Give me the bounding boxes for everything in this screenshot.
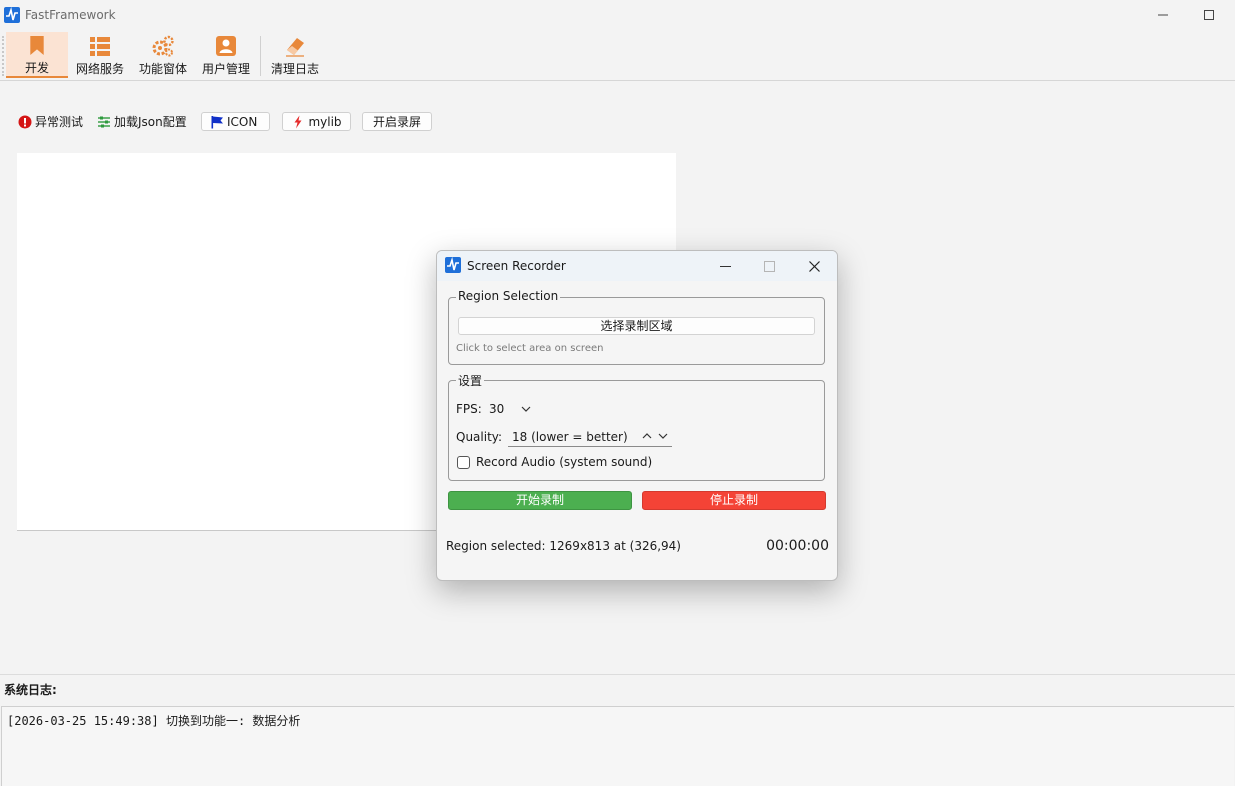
system-log-label: 系统日志: <box>4 683 57 697</box>
dialog-maximize-button[interactable] <box>747 251 791 281</box>
load-json-config-label: 加载Json配置 <box>114 115 187 129</box>
select-region-button[interactable]: 选择录制区域 <box>458 317 815 335</box>
flag-icon <box>211 115 223 128</box>
mylib-label: mylib <box>308 114 342 129</box>
gears-icon <box>152 35 174 57</box>
dialog-title-bar: Screen Recorder <box>437 251 837 281</box>
region-selection-group: Region Selection 选择录制区域 Click to select … <box>448 289 825 365</box>
chevron-up-icon[interactable] <box>642 431 652 441</box>
ribbon-tab-label: 功能窗体 <box>138 62 187 76</box>
maximize-icon <box>763 260 775 272</box>
start-screen-record-button[interactable]: 开启录屏 <box>362 112 432 131</box>
log-separator <box>0 674 1235 675</box>
chevron-down-icon[interactable] <box>658 431 668 441</box>
lightning-icon <box>294 115 302 128</box>
title-bar: FastFramework <box>0 0 1235 30</box>
mylib-button[interactable]: mylib <box>282 112 351 131</box>
log-line: [2026-03-25 15:49:38] 切换到功能一: 数据分析 <box>7 714 301 728</box>
ribbon-tab-label: 清理日志 <box>270 62 319 76</box>
maximize-button[interactable] <box>1186 0 1232 30</box>
system-log-box[interactable]: [2026-03-25 15:49:38] 切换到功能一: 数据分析 <box>1 706 1234 786</box>
exception-test-button[interactable]: 异常测试 <box>18 112 83 131</box>
list-icon <box>90 37 110 56</box>
ribbon-tab-clear-log[interactable]: 清理日志 <box>267 32 323 78</box>
icon-button-label: ICON <box>227 114 258 129</box>
dialog-title: Screen Recorder <box>467 259 566 273</box>
screen-recorder-dialog: Screen Recorder Region Selection 选择录制区域 … <box>436 250 838 581</box>
fps-value: 30 <box>489 402 505 416</box>
quality-value: 18 (lower = better) <box>512 429 628 444</box>
start-screen-record-label: 开启录屏 <box>372 115 421 129</box>
fps-label: FPS: <box>456 402 482 416</box>
maximize-icon <box>1204 10 1214 20</box>
sliders-icon <box>98 116 110 127</box>
region-status-text: Region selected: 1269x813 at (326,94) <box>446 539 681 553</box>
settings-legend: 设置 <box>456 372 485 389</box>
icon-button[interactable]: ICON <box>201 112 270 131</box>
settings-group: 设置 FPS: 30 Quality: 18 (lower = better) … <box>448 372 825 481</box>
close-icon <box>808 260 820 272</box>
ribbon-tab-label: 用户管理 <box>201 62 250 76</box>
dialog-minimize-button[interactable] <box>703 251 747 281</box>
recording-timer: 00:00:00 <box>766 538 829 554</box>
stop-recording-button[interactable]: 停止录制 <box>642 491 826 510</box>
ribbon-separator <box>260 36 261 76</box>
exception-test-label: 异常测试 <box>35 115 84 129</box>
user-card-icon <box>216 36 236 56</box>
ribbon-tab-label: 网络服务 <box>75 62 124 76</box>
ribbon-tab-network-service[interactable]: 网络服务 <box>72 32 128 78</box>
minimize-button[interactable] <box>1140 0 1186 30</box>
minimize-icon <box>719 265 731 267</box>
load-json-config-button[interactable]: 加载Json配置 <box>97 112 187 131</box>
region-hint: Click to select area on screen <box>456 343 604 354</box>
app-logo-icon <box>4 7 20 23</box>
minimize-icon <box>1158 14 1168 16</box>
ribbon-tab-user-management[interactable]: 用户管理 <box>198 32 254 78</box>
start-recording-button[interactable]: 开始录制 <box>448 491 632 510</box>
ribbon-tab-function-window[interactable]: 功能窗体 <box>135 32 191 78</box>
dialog-close-button[interactable] <box>792 251 836 281</box>
ribbon-tab-label: 开发 <box>24 61 49 75</box>
region-selection-legend: Region Selection <box>456 289 561 303</box>
app-title: FastFramework <box>25 8 116 22</box>
quality-label: Quality: <box>456 430 503 444</box>
quality-spinbox[interactable]: 18 (lower = better) <box>508 427 672 447</box>
ribbon-tab-develop[interactable]: 开发 <box>6 32 68 78</box>
record-audio-label: Record Audio (system sound) <box>476 455 653 469</box>
error-icon <box>18 115 32 128</box>
record-audio-checkbox[interactable] <box>457 455 470 469</box>
eraser-icon <box>286 38 304 57</box>
bookmark-icon <box>30 35 44 56</box>
chevron-down-icon <box>521 406 531 412</box>
record-audio-row[interactable]: Record Audio (system sound) <box>457 455 652 469</box>
fps-select[interactable]: 30 <box>485 399 535 419</box>
ribbon: 开发 网络服务 功能窗体 用户管理 清理日志 <box>0 30 1235 81</box>
dialog-logo-icon <box>445 257 461 273</box>
